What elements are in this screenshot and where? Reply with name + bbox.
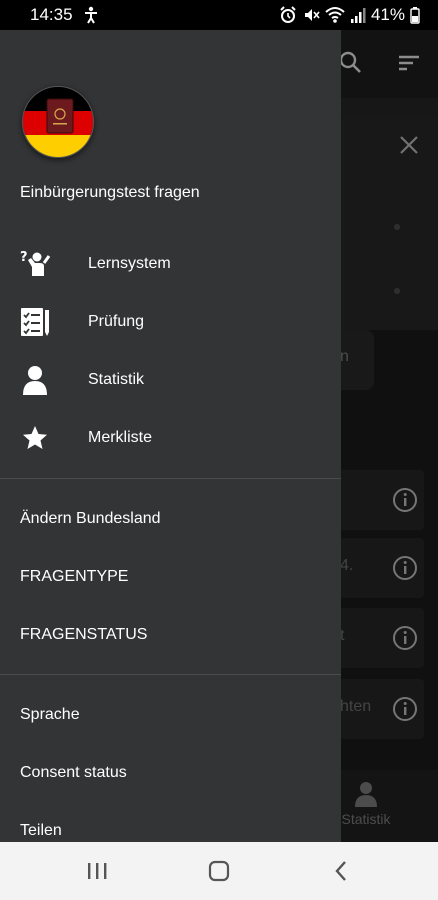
battery-icon [410,6,420,24]
back-icon[interactable] [328,858,354,884]
flag-avatar [22,86,94,158]
status-bar: 14:35 41% [0,0,438,30]
star-icon [18,421,52,455]
menu-item-consent-status[interactable]: Consent status [20,764,127,782]
divider [0,478,341,479]
alarm-icon [279,6,297,24]
menu-item-teilen[interactable]: Teilen [20,822,62,840]
signal-icon [350,6,366,24]
menu-label: Merkliste [88,429,153,446]
mute-icon [302,6,320,24]
menu-item-fragenstatus[interactable]: FRAGENSTATUS [20,626,147,644]
menu-item-aendern-bundesland[interactable]: Ändern Bundesland [20,510,161,528]
battery-text: 41% [370,5,405,24]
menu-label: Lernsystem [88,255,171,272]
status-left: 14:35 [30,5,99,25]
status-right: 41% [279,5,420,25]
person-icon [18,363,52,397]
system-nav-bar [0,842,438,900]
wifi-icon [325,6,345,24]
accessibility-icon [83,6,99,24]
status-time: 14:35 [30,5,73,24]
person-question-icon: ? [18,247,52,281]
svg-text:?: ? [20,250,28,265]
menu-item-sprache[interactable]: Sprache [20,706,80,724]
recent-apps-icon[interactable] [84,858,110,884]
screen: 14:35 41% n 4. t hten Statistik Einbürge… [0,0,438,900]
menu-label: Statistik [88,371,145,388]
divider [0,674,341,675]
navigation-drawer: Einbürgerungstest fragen ? Lernsystem Pr… [0,30,341,842]
menu-item-lernsystem[interactable]: ? Lernsystem [0,236,341,292]
menu-label: Prüfung [88,313,145,330]
menu-item-fragentype[interactable]: FRAGENTYPE [20,568,128,586]
home-icon[interactable] [206,858,232,884]
menu-item-merkliste[interactable]: Merkliste [0,410,341,466]
menu-item-pruefung[interactable]: Prüfung [0,294,341,350]
checklist-icon [18,305,52,339]
app-title: Einbürgerungstest fragen [20,184,200,201]
menu-item-statistik[interactable]: Statistik [0,352,341,408]
